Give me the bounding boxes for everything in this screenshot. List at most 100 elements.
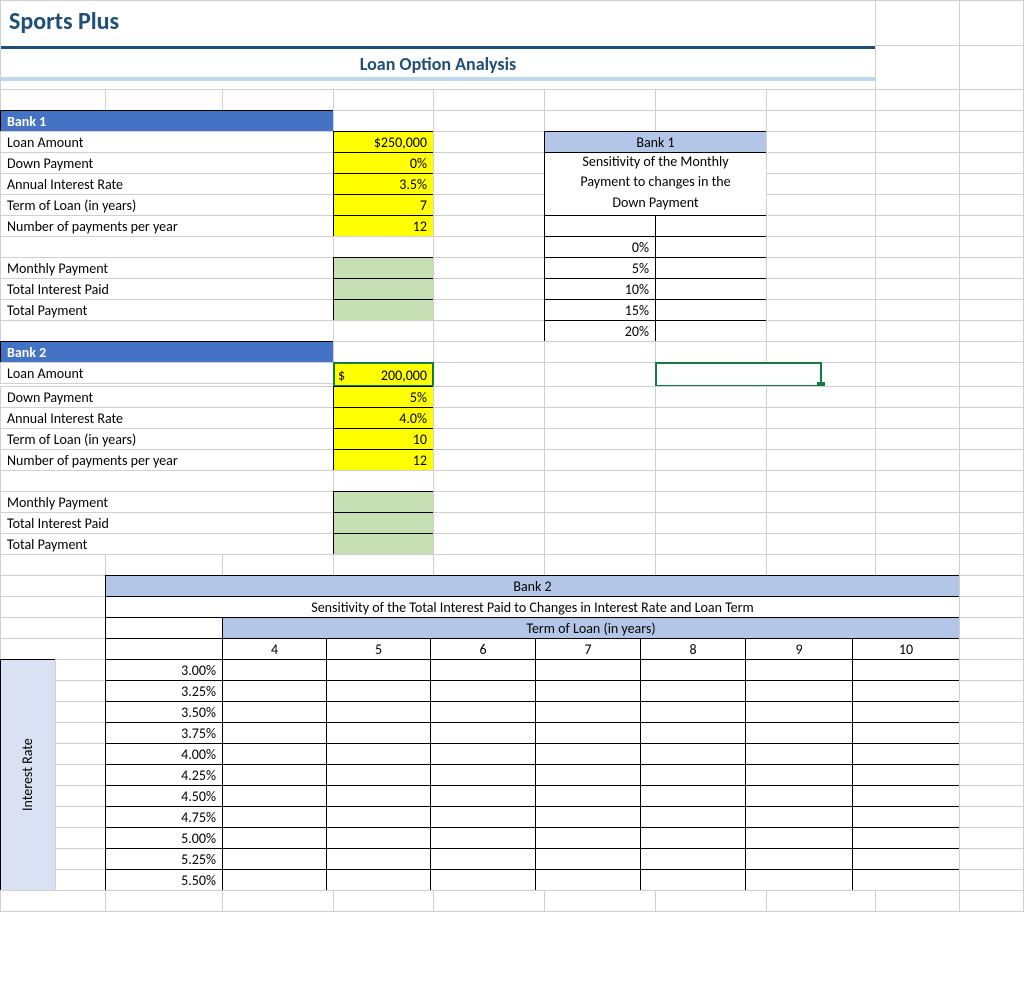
bank2-term-label[interactable]: Term of Loan (in years) — [0, 428, 334, 450]
grid-cell[interactable] — [544, 110, 656, 132]
grid-cell[interactable] — [222, 554, 334, 576]
grid-cell[interactable] — [959, 173, 1024, 195]
bank2-loan-amount-label[interactable]: Loan Amount — [0, 362, 334, 384]
grid-cell[interactable] — [544, 890, 656, 912]
sens2-row-10-label[interactable]: 5.50% — [105, 869, 223, 891]
sens2-col-6[interactable]: 10 — [852, 638, 960, 660]
sens2-row-8-label[interactable]: 5.00% — [105, 827, 223, 849]
sens1-row-1-label[interactable]: 5% — [544, 257, 656, 279]
grid-cell[interactable] — [433, 194, 545, 216]
bank1-loan-amount[interactable]: $250,000 — [333, 131, 434, 153]
grid-cell[interactable] — [433, 215, 545, 237]
sens2-cell[interactable] — [745, 827, 853, 849]
sens2-col-4[interactable]: 8 — [640, 638, 746, 660]
sens2-cell[interactable] — [535, 743, 641, 765]
grid-cell[interactable] — [0, 638, 106, 660]
grid-cell[interactable] — [959, 152, 1024, 174]
sens2-cell[interactable] — [852, 701, 960, 723]
grid-cell[interactable] — [655, 110, 767, 132]
grid-cell[interactable] — [959, 722, 1024, 744]
sens2-cell[interactable] — [640, 743, 746, 765]
sens2-cell[interactable] — [326, 827, 431, 849]
grid-cell[interactable] — [766, 386, 876, 408]
bank1-monthly-payment-label[interactable]: Monthly Payment — [0, 257, 334, 279]
grid-cell[interactable] — [655, 428, 767, 450]
sens2-cell[interactable] — [326, 680, 431, 702]
grid-cell[interactable] — [959, 320, 1024, 342]
sens2-cell[interactable] — [222, 806, 327, 828]
grid-cell[interactable] — [544, 533, 656, 555]
sens1-row-2-label[interactable]: 10% — [544, 278, 656, 300]
grid-cell[interactable] — [959, 869, 1024, 891]
grid-cell[interactable] — [959, 491, 1024, 513]
sens2-cell[interactable] — [430, 659, 536, 681]
grid-cell[interactable] — [333, 341, 434, 363]
grid-cell[interactable] — [959, 407, 1024, 429]
bank1-num-payments[interactable]: 12 — [333, 215, 434, 237]
sens2-cell[interactable] — [326, 869, 431, 891]
grid-cell[interactable] — [0, 575, 106, 597]
grid-cell[interactable] — [655, 449, 767, 471]
spreadsheet[interactable]: Sports Plus Loan Option Analysis Bank 1 … — [0, 0, 1024, 1006]
grid-cell[interactable] — [105, 554, 223, 576]
grid-cell[interactable] — [655, 533, 767, 555]
sens2-cell[interactable] — [535, 848, 641, 870]
sens1-row-2-val[interactable] — [655, 278, 767, 300]
grid-cell[interactable] — [959, 194, 1024, 216]
sens2-cell[interactable] — [535, 827, 641, 849]
grid-cell[interactable] — [959, 533, 1024, 555]
bank1-down-payment[interactable]: 0% — [333, 152, 434, 174]
sens2-cell[interactable] — [222, 743, 327, 765]
sens2-cell[interactable] — [640, 764, 746, 786]
grid-cell[interactable] — [544, 470, 656, 492]
bank1-total-interest-label[interactable]: Total Interest Paid — [0, 278, 334, 300]
bank2-annual-rate-label[interactable]: Annual Interest Rate — [0, 407, 334, 429]
sens2-cell[interactable] — [852, 659, 960, 681]
grid-cell[interactable] — [766, 890, 876, 912]
sens2-cell[interactable] — [430, 785, 536, 807]
sens1-row-0-val[interactable] — [655, 236, 767, 258]
grid-cell[interactable] — [433, 173, 545, 195]
sens2-cell[interactable] — [430, 680, 536, 702]
grid-cell[interactable] — [766, 299, 876, 321]
grid-cell[interactable] — [959, 45, 1024, 90]
sens2-col-3[interactable]: 7 — [535, 638, 641, 660]
grid-cell[interactable] — [105, 89, 223, 111]
grid-cell[interactable] — [959, 362, 1024, 387]
grid-cell[interactable] — [433, 407, 545, 429]
grid-cell[interactable] — [766, 320, 876, 342]
grid-cell[interactable] — [544, 407, 656, 429]
grid-cell[interactable] — [766, 131, 876, 153]
grid-cell[interactable] — [875, 533, 960, 555]
sens2-row-6-label[interactable]: 4.50% — [105, 785, 223, 807]
grid-cell[interactable] — [0, 554, 106, 576]
grid-cell[interactable] — [55, 806, 106, 828]
grid-cell[interactable] — [875, 362, 960, 387]
grid-cell[interactable] — [655, 407, 767, 429]
grid-cell[interactable] — [55, 701, 106, 723]
grid-cell[interactable] — [766, 470, 876, 492]
sens2-term-label[interactable]: Term of Loan (in years) — [222, 617, 960, 639]
grid-cell[interactable] — [433, 131, 545, 153]
grid-cell[interactable] — [875, 215, 960, 237]
bank1-total-payment[interactable] — [333, 299, 434, 321]
grid-cell[interactable] — [959, 680, 1024, 702]
bank1-annual-rate-label[interactable]: Annual Interest Rate — [0, 173, 334, 195]
grid-cell[interactable] — [333, 470, 434, 492]
sens1-row-0-label[interactable]: 0% — [544, 236, 656, 258]
grid-cell[interactable] — [766, 533, 876, 555]
sens2-cell[interactable] — [640, 869, 746, 891]
bank1-annual-rate[interactable]: 3.5% — [333, 173, 434, 195]
bank2-down-payment-label[interactable]: Down Payment — [0, 386, 334, 408]
grid-cell[interactable] — [875, 236, 960, 258]
grid-cell[interactable] — [433, 470, 545, 492]
grid-cell[interactable] — [433, 362, 545, 387]
grid-cell[interactable] — [433, 533, 545, 555]
sens2-cell[interactable] — [430, 701, 536, 723]
grid-cell[interactable] — [544, 386, 656, 408]
grid-cell[interactable] — [544, 428, 656, 450]
sens2-cell[interactable] — [430, 848, 536, 870]
grid-cell[interactable] — [222, 89, 334, 111]
grid-cell[interactable] — [105, 890, 223, 912]
grid-cell[interactable] — [959, 110, 1024, 132]
